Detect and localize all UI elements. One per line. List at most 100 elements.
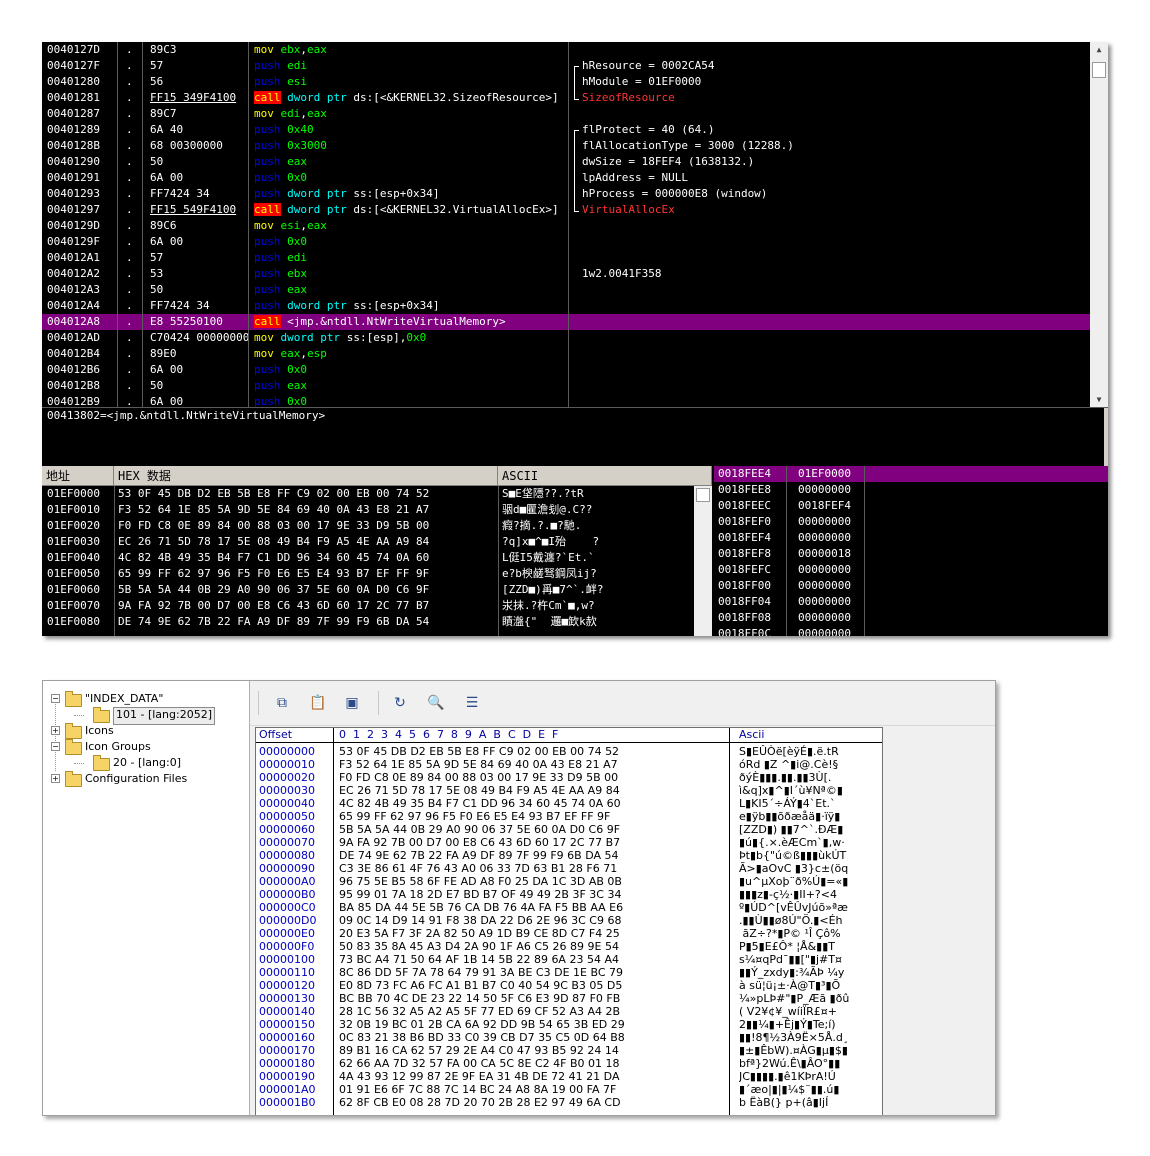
- dump-row[interactable]: 01EF0080 DE 74 9E 62 7B 22 FA A9 DF 89 7F…: [42, 614, 712, 630]
- disasm-row[interactable]: 00401293. FF7424 34 push dword ptr ss:[esp…: [42, 186, 1090, 202]
- dump-header-hex[interactable]: HEX 数据: [114, 466, 498, 486]
- disasm-row[interactable]: 004012B8. 50 push eax: [42, 378, 1090, 394]
- tree-item-label[interactable]: Configuration Files: [85, 771, 187, 787]
- tree-item-label[interactable]: Icons: [85, 723, 114, 739]
- tree-expander-icon[interactable]: +: [51, 726, 60, 735]
- redo-icon[interactable]: ↻: [390, 693, 410, 713]
- scroll-down-icon[interactable]: ▼: [1090, 392, 1108, 408]
- window-icon[interactable]: ▣: [342, 693, 362, 713]
- hex-row[interactable]: 00000000 53 0F 45 DB D2 EB 5B E8 FF C9 02…: [256, 745, 882, 758]
- stack-row[interactable]: 0018FF00 00000000: [714, 578, 1108, 594]
- paste-icon[interactable]: 📋: [308, 693, 328, 713]
- resource-tree[interactable]: − "INDEX_DATA" 101 - [lang:2052] + Icons − Ico…: [43, 681, 250, 1115]
- stack-row[interactable]: 0018FF04 00000000: [714, 594, 1108, 610]
- disasm-row[interactable]: 004012B4. 89E0 mov eax,esp: [42, 346, 1090, 362]
- disasm-row[interactable]: 004012AD. C70424 00000000 mov dword ptr ss…: [42, 330, 1090, 346]
- disasm-row[interactable]: 00401297. FF15 549F4100 call dword ptr ds:…: [42, 202, 1090, 218]
- disasm-row[interactable]: 004012A8. E8 55250100 call <jmp.&ntdll.NtW…: [42, 314, 1090, 330]
- stack-row[interactable]: 0018FEE4 01EF0000: [714, 466, 1108, 482]
- disasm-row[interactable]: 00401291. 6A 00 push 0x0: [42, 170, 1090, 186]
- disasm-row[interactable]: 004012A3. 50 push eax: [42, 282, 1090, 298]
- tree-item-label[interactable]: "INDEX_DATA": [85, 691, 163, 707]
- dump-row[interactable]: 01EF0000 53 0F 45 DB D2 EB 5B E8 FF C9 02…: [42, 486, 712, 502]
- hex-row[interactable]: 00000160 0C 83 21 38 B6 BD 33 C0 39 CB D7…: [256, 1031, 882, 1044]
- disasm-row[interactable]: 00401290. 50 push eax: [42, 154, 1090, 170]
- disasm-row[interactable]: 00401287. 89C7 mov edi,eax: [42, 106, 1090, 122]
- disasm-row[interactable]: 00401289. 6A 40 push 0x40: [42, 122, 1090, 138]
- hex-row[interactable]: 000001B0 62 8F CB E0 08 28 7D 20 70 2B 28…: [256, 1096, 882, 1109]
- hex-row[interactable]: 000000B0 95 99 01 7A 18 2D E7 BD B7 OF 49…: [256, 888, 882, 901]
- hex-row[interactable]: 00000060 5B 5A 5A 44 0B 29 A0 90 06 37 5E…: [256, 823, 882, 836]
- disasm-row[interactable]: 0040127F. 57 push edi: [42, 58, 1090, 74]
- hex-row[interactable]: 00000140 28 1C 56 32 A5 A2 A5 5F 77 ED 69…: [256, 1005, 882, 1018]
- hex-row[interactable]: 000001A0 01 91 E6 6F 7C 88 7C 14 BC 24 A8…: [256, 1083, 882, 1096]
- scroll-thumb[interactable]: [696, 488, 710, 502]
- hex-row[interactable]: 00000180 62 66 AA 7D 32 57 FA 00 CA 5C 8E…: [256, 1057, 882, 1070]
- hex-row[interactable]: 000000E0 20 E3 5A F7 3F 2A 82 50 A9 1D B9…: [256, 927, 882, 940]
- hex-row[interactable]: 00000090 C3 3E 86 61 4F 76 43 A0 06 33 7D…: [256, 862, 882, 875]
- disasm-hex-link[interactable]: FF15 549F4100: [150, 203, 236, 216]
- disasm-row[interactable]: 004012A2. 53 push ebx: [42, 266, 1090, 282]
- dump-row[interactable]: 01EF0060 5B 5A 5A 44 0B 29 A0 90 06 37 5E…: [42, 582, 712, 598]
- hex-row[interactable]: 00000190 4A 43 93 12 99 87 2E 9F EA 31 4B…: [256, 1070, 882, 1083]
- copy-icon[interactable]: ⧉: [272, 693, 292, 713]
- tree-expander-icon[interactable]: −: [51, 694, 60, 703]
- disassembly-scrollbar[interactable]: ▲ ▼: [1090, 42, 1108, 408]
- hex-row[interactable]: 00000130 BC BB 70 4C DE 23 22 14 50 5F C6…: [256, 992, 882, 1005]
- stack-row[interactable]: 0018FEFC 00000000: [714, 562, 1108, 578]
- hex-row[interactable]: 000000F0 50 83 35 8A 45 A3 D4 2A 90 1F A6…: [256, 940, 882, 953]
- hex-row[interactable]: 000000C0 BA 85 DA 44 5E 5B 76 CA DB 76 4A…: [256, 901, 882, 914]
- hex-row[interactable]: 00000070 9A FA 92 7B 00 D7 00 E8 C6 43 6D…: [256, 836, 882, 849]
- stack-pane[interactable]: 0018FEE4 01EF0000 0018FEE8 00000000 0018FEEC…: [714, 466, 1108, 636]
- hex-row[interactable]: 00000170 89 B1 16 CA 62 57 29 2E A4 C0 47…: [256, 1044, 882, 1057]
- disasm-row[interactable]: 0040129F. 6A 00 push 0x0: [42, 234, 1090, 250]
- disasm-row[interactable]: 004012A4. FF7424 34 push dword ptr ss:[esp…: [42, 298, 1090, 314]
- scroll-thumb[interactable]: [1092, 62, 1106, 78]
- disasm-row[interactable]: 0040127D. 89C3 mov ebx,eax: [42, 42, 1090, 58]
- hex-dump-pane[interactable]: 地址 HEX 数据 ASCII 01EF0000 53 0F 45 DB D2 E…: [42, 466, 712, 636]
- disasm-row[interactable]: 0040129D. 89C6 mov esi,eax: [42, 218, 1090, 234]
- disasm-row[interactable]: 004012A1. 57 push edi: [42, 250, 1090, 266]
- hex-row[interactable]: 00000110 8C 86 DD 5F 7A 78 64 79 91 3A BE…: [256, 966, 882, 979]
- stack-row[interactable]: 0018FEF4 00000000: [714, 530, 1108, 546]
- disassembly-pane[interactable]: 0040127D. 89C3 mov ebx,eax 0040127F. 57 push …: [42, 42, 1090, 408]
- stack-row[interactable]: 0018FF08 00000000: [714, 610, 1108, 626]
- stack-row[interactable]: 0018FEF0 00000000: [714, 514, 1108, 530]
- tree-item-label[interactable]: 20 - [lang:0]: [113, 755, 181, 771]
- search-icon[interactable]: 🔍: [426, 693, 446, 713]
- hex-row[interactable]: 00000020 F0 FD C8 0E 89 84 00 88 03 00 17…: [256, 771, 882, 784]
- hex-row[interactable]: 00000050 65 99 FF 62 97 96 F5 F0 E6 E5 E4…: [256, 810, 882, 823]
- table-icon[interactable]: ☰: [462, 693, 482, 713]
- hex-row[interactable]: 00000080 DE 74 9E 62 7B 22 FA A9 DF 89 7F…: [256, 849, 882, 862]
- stack-row[interactable]: 0018FEEC 0018FEF4: [714, 498, 1108, 514]
- dump-row[interactable]: 01EF0050 65 99 FF 62 97 96 F5 F0 E6 E5 E4…: [42, 566, 712, 582]
- disasm-row[interactable]: 004012B9. 6A 00 push 0x0: [42, 394, 1090, 408]
- tree-item-label[interactable]: 101 - [lang:2052]: [113, 707, 215, 725]
- hex-row[interactable]: 00000040 4C 82 4B 49 35 B4 F7 C1 DD 96 34…: [256, 797, 882, 810]
- disasm-row[interactable]: 00401281. FF15 349F4100 call dword ptr ds:…: [42, 90, 1090, 106]
- dump-header-ascii[interactable]: ASCII: [498, 466, 712, 486]
- dump-row[interactable]: 01EF0030 EC 26 71 5D 78 17 5E 08 49 B4 F9…: [42, 534, 712, 550]
- dump-row[interactable]: 01EF0010 F3 52 64 1E 85 5A 9D 5E 84 69 40…: [42, 502, 712, 518]
- disasm-row[interactable]: 00401280. 56 push esi: [42, 74, 1090, 90]
- dump-row[interactable]: 01EF0020 F0 FD C8 0E 89 84 00 88 03 00 17…: [42, 518, 712, 534]
- hex-row[interactable]: 00000030 EC 26 71 5D 78 17 5E 08 49 B4 F9…: [256, 784, 882, 797]
- dump-scrollbar[interactable]: [694, 486, 712, 636]
- hex-row[interactable]: 00000100 73 BC A4 71 50 64 AF 1B 14 5B 22…: [256, 953, 882, 966]
- scroll-up-icon[interactable]: ▲: [1090, 42, 1108, 58]
- disasm-row[interactable]: 004012B6. 6A 00 push 0x0: [42, 362, 1090, 378]
- disasm-hex-link[interactable]: FF15 349F4100: [150, 91, 236, 104]
- stack-row[interactable]: 0018FEF8 00000018: [714, 546, 1108, 562]
- stack-row[interactable]: 0018FF0C 00000000: [714, 626, 1108, 636]
- hex-row[interactable]: 000000D0 09 0C 14 D9 14 91 F8 38 DA 22 D6…: [256, 914, 882, 927]
- tree-expander-icon[interactable]: +: [51, 774, 60, 783]
- disasm-row[interactable]: 0040128B. 68 00300000 push 0x3000: [42, 138, 1090, 154]
- hex-editor[interactable]: Offset 0 1 2 3 4 5 6 7 8 9 A B C D E F A…: [255, 727, 883, 1115]
- tree-expander-icon[interactable]: −: [51, 742, 60, 751]
- dump-row[interactable]: 01EF0070 9A FA 92 7B 00 D7 00 E8 C6 43 6D…: [42, 598, 712, 614]
- hex-row[interactable]: 00000150 32 0B 19 BC 01 2B CA 6A 92 DD 9B…: [256, 1018, 882, 1031]
- tree-item-label[interactable]: Icon Groups: [85, 739, 151, 755]
- dump-row[interactable]: 01EF0040 4C 82 4B 49 35 B4 F7 C1 DD 96 34…: [42, 550, 712, 566]
- hex-row[interactable]: 00000010 F3 52 64 1E 85 5A 9D 5E 84 69 40…: [256, 758, 882, 771]
- dump-header-address[interactable]: 地址: [42, 466, 114, 486]
